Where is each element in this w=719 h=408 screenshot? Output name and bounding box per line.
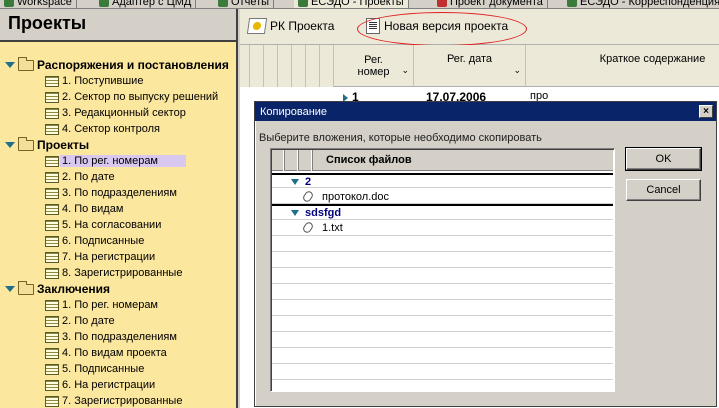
document-tab-strip: Workspace Адаптер с ЦМД Отчеты ЕСЭДО - П… <box>0 0 719 9</box>
tree-item[interactable]: 6. Подписанные <box>45 233 144 249</box>
tree-item[interactable]: 3. По подразделениям <box>45 185 177 201</box>
view-icon <box>45 347 59 359</box>
tree-item[interactable]: 2. По дате <box>45 313 115 329</box>
view-icon <box>45 299 59 311</box>
workspace-icon <box>4 0 14 7</box>
view-icon <box>45 123 59 135</box>
column-header[interactable] <box>250 45 264 87</box>
highlight-ellipse <box>357 12 527 46</box>
tree-item[interactable]: 3. По подразделениям <box>45 329 177 345</box>
view-icon <box>45 203 59 215</box>
rk-project-button[interactable]: РК Проекта <box>246 18 334 34</box>
app-icon <box>567 0 577 7</box>
cancel-button[interactable]: Cancel <box>626 179 701 201</box>
column-header-reg-number[interactable]: Рег. номер ⌄ <box>334 45 414 87</box>
expand-arrow-icon[interactable] <box>4 284 15 294</box>
view-icon <box>45 395 59 407</box>
sort-chevron-icon: ⌄ <box>401 65 409 75</box>
folder-icon <box>18 280 34 295</box>
file-row[interactable]: 1.txt <box>272 220 613 235</box>
tree-item-selected[interactable]: 1. По рег. номерам <box>45 153 186 169</box>
view-icon <box>45 75 59 87</box>
view-icon <box>45 155 59 167</box>
view-icon <box>45 235 59 247</box>
view-icon <box>45 219 59 231</box>
navigation-panel: Проекты Распоряжения и постановления 1. … <box>0 9 238 408</box>
view-icon <box>45 107 59 119</box>
app-icon <box>298 0 308 7</box>
file-list-title: Список файлов <box>326 154 412 166</box>
tree-item[interactable]: 1. По рег. номерам <box>45 297 158 313</box>
file-row[interactable]: протокол.doc <box>272 189 613 204</box>
registration-card-icon <box>246 18 268 34</box>
column-header[interactable] <box>278 45 292 87</box>
column-header[interactable] <box>285 150 299 171</box>
close-button[interactable]: × <box>699 105 713 118</box>
tab-esedo-projects[interactable]: ЕСЭДО - Проекты <box>294 0 409 8</box>
column-header-reg-date[interactable]: Рег. дата ⌄ <box>414 45 526 87</box>
tab-project-document[interactable]: Проект документа <box>433 0 548 8</box>
app-icon <box>99 0 109 7</box>
ok-button[interactable]: OK <box>625 147 702 171</box>
column-header[interactable] <box>292 45 306 87</box>
expand-arrow-icon[interactable] <box>4 140 15 150</box>
folder-icon <box>18 56 34 71</box>
document-icon <box>437 0 447 7</box>
tab-esedo-correspondence[interactable]: ЕСЭДО - Корреспонденция <box>563 0 719 8</box>
view-icon <box>45 363 59 375</box>
toolbar: РК Проекта Новая версия проекта <box>240 9 719 46</box>
grid-header: Рег. номер ⌄ Рег. дата ⌄ Краткое содержа… <box>240 45 719 87</box>
folder-icon <box>18 136 34 151</box>
dialog-prompt: Выберите вложения, которые необходимо ск… <box>259 132 542 144</box>
view-icon <box>45 267 59 279</box>
column-header-summary[interactable]: Краткое содержание <box>526 45 719 87</box>
dialog-title-bar[interactable]: Копирование × <box>255 102 716 121</box>
copy-dialog: Копирование × Выберите вложения, которые… <box>254 101 717 407</box>
file-list[interactable]: Список файлов 2 протокол.doc sdsfgd 1.tx… <box>270 148 615 392</box>
column-header[interactable] <box>264 45 278 87</box>
view-icon <box>45 331 59 343</box>
tree-item[interactable]: 2. Сектор по выпуску решений <box>45 89 218 105</box>
view-icon <box>45 187 59 199</box>
paperclip-icon <box>301 189 315 204</box>
tree-item[interactable]: 2. По дате <box>45 169 115 185</box>
sort-chevron-icon: ⌄ <box>513 65 521 75</box>
file-list-header: Список файлов <box>272 150 613 171</box>
tree-item[interactable]: 4. По видам проекта <box>45 345 167 361</box>
tree-group-conclusions[interactable]: Заключения <box>4 280 110 297</box>
tree-item[interactable]: 5. На согласовании <box>45 217 161 233</box>
file-group-row[interactable]: 2 <box>272 173 613 188</box>
panel-title: Проекты <box>0 9 236 42</box>
column-header[interactable] <box>320 45 334 87</box>
column-header[interactable] <box>299 150 313 171</box>
tree-item[interactable]: 6. На регистрации <box>45 377 155 393</box>
view-icon <box>45 91 59 103</box>
tree-group-orders[interactable]: Распоряжения и постановления <box>4 56 229 73</box>
tree-item[interactable]: 7. Зарегистрированные <box>45 393 182 408</box>
tab-reports[interactable]: Отчеты <box>214 0 275 8</box>
view-icon <box>45 251 59 263</box>
tab-cmd-adapter[interactable]: Адаптер с ЦМД <box>95 0 197 8</box>
tree-item[interactable]: 5. Подписанные <box>45 361 144 377</box>
column-header[interactable] <box>240 45 250 87</box>
file-group-row[interactable]: sdsfgd <box>272 204 613 219</box>
column-header[interactable] <box>306 45 320 87</box>
paperclip-icon <box>301 220 315 235</box>
tree-group-projects[interactable]: Проекты <box>4 136 89 153</box>
collapse-arrow-icon[interactable] <box>291 178 299 185</box>
tree-item[interactable]: 4. Сектор контроля <box>45 121 160 137</box>
app-icon <box>218 0 228 7</box>
column-header[interactable] <box>272 150 285 171</box>
collapse-arrow-icon[interactable] <box>291 209 299 216</box>
tree-item[interactable]: 3. Редакционный сектор <box>45 105 186 121</box>
view-icon <box>45 171 59 183</box>
tree-item[interactable]: 4. По видам <box>45 201 123 217</box>
tab-workspace[interactable]: Workspace <box>0 0 77 8</box>
tree-item[interactable]: 1. Поступившие <box>45 73 143 89</box>
view-icon <box>45 379 59 391</box>
tree-item[interactable]: 8. Зарегистрированные <box>45 265 182 281</box>
tree-item[interactable]: 7. На регистрации <box>45 249 155 265</box>
view-icon <box>45 315 59 327</box>
expand-arrow-icon[interactable] <box>4 60 15 70</box>
